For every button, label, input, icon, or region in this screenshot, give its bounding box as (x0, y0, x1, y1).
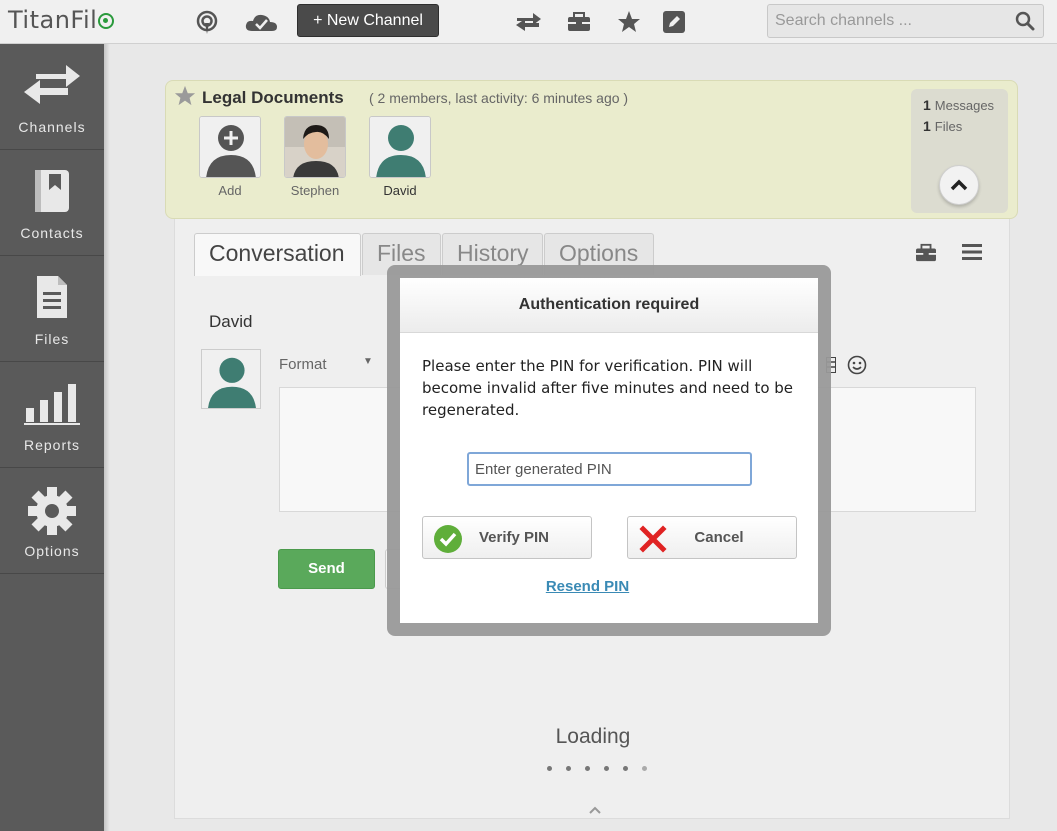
verify-pin-button[interactable]: Verify PIN (422, 516, 592, 559)
member-david[interactable]: David (369, 116, 431, 198)
messages-count: 1 (923, 97, 931, 113)
messages-label: Messages (934, 98, 995, 113)
cancel-button[interactable]: Cancel (627, 516, 797, 559)
loading-dot (642, 766, 647, 771)
loading-text: Loading (555, 725, 631, 748)
dialog-title: Authentication required (400, 278, 818, 333)
channel-title: Legal Documents (202, 88, 344, 107)
gear-icon (28, 487, 76, 535)
favorite-star-icon[interactable] (174, 85, 196, 112)
verify-pin-label: Verify PIN (478, 529, 550, 546)
files-count: 1 (923, 118, 931, 134)
caret-down-icon[interactable]: ▼ (363, 356, 373, 367)
files-label: Files (934, 119, 963, 134)
top-bar: TitanFil + New Channel (0, 0, 1057, 44)
sidebar-item-channels[interactable]: Channels (0, 44, 104, 150)
user-icon (370, 117, 430, 177)
hamburger-menu-icon[interactable] (962, 243, 982, 266)
channel-stats: 1 Messages 1 Files (911, 89, 1008, 213)
david-avatar[interactable] (369, 116, 431, 178)
sidebar-item-options[interactable]: Options (0, 468, 104, 574)
document-icon (37, 276, 67, 318)
member-add[interactable]: Add (199, 116, 261, 198)
member-name: David (383, 183, 417, 198)
panel-toolbox-icon[interactable] (913, 243, 939, 268)
search-input[interactable] (768, 5, 1008, 37)
add-member-avatar[interactable] (199, 116, 261, 178)
logo-mark-icon (98, 13, 115, 29)
sidebar-item-contacts[interactable]: Contacts (0, 150, 104, 256)
auth-dialog: Authentication required Please enter the… (400, 278, 818, 623)
member-stephen[interactable]: Stephen (284, 116, 346, 198)
search-box (767, 4, 1044, 38)
compose-author: David (209, 312, 253, 331)
channel-header-card: Legal Documents ( 2 members, last activi… (165, 80, 1018, 219)
messages-stat: 1 Messages (923, 97, 994, 113)
sidebar: Channels Contacts Files Reports Options (0, 44, 104, 831)
loading-dot (623, 766, 628, 771)
sidebar-label-options: Options (24, 543, 80, 559)
sidebar-item-files[interactable]: Files (0, 256, 104, 362)
cloud-sync-icon[interactable] (244, 8, 278, 36)
app-logo[interactable]: TitanFil (8, 6, 115, 34)
pin-input[interactable] (467, 452, 752, 486)
bar-chart-icon (24, 384, 80, 425)
loading-dot (547, 766, 552, 771)
resend-pin-link[interactable]: Resend PIN (400, 578, 775, 595)
sidebar-label-contacts: Contacts (20, 225, 84, 241)
format-dropdown[interactable]: Format (279, 356, 327, 373)
user-photo-icon (285, 117, 345, 177)
add-user-icon (200, 117, 260, 177)
arrows-icon (24, 65, 80, 104)
new-channel-button[interactable]: + New Channel (297, 4, 439, 37)
chevron-up-icon (950, 179, 968, 191)
compose-avatar (201, 349, 261, 409)
stephen-avatar[interactable] (284, 116, 346, 178)
edit-icon[interactable] (660, 8, 688, 36)
collapse-header-button[interactable] (939, 165, 979, 205)
loading-dots (547, 766, 647, 771)
transfer-icon[interactable] (512, 8, 544, 36)
scroll-up-icon[interactable] (589, 801, 601, 817)
logo-text: TitanFil (8, 6, 98, 34)
broadcast-icon[interactable] (193, 8, 221, 36)
loading-dot (585, 766, 590, 771)
member-name: Add (218, 183, 242, 198)
member-name: Stephen (290, 183, 340, 198)
sidebar-shadow (104, 44, 110, 831)
book-icon (35, 170, 69, 212)
channel-meta: ( 2 members, last activity: 6 minutes ag… (369, 90, 629, 106)
cancel-label: Cancel (694, 529, 744, 546)
star-icon[interactable] (615, 8, 643, 36)
tab-conversation[interactable]: Conversation (194, 233, 361, 276)
sidebar-item-reports[interactable]: Reports (0, 362, 104, 468)
emoji-icon[interactable] (847, 355, 867, 380)
sidebar-label-reports: Reports (23, 437, 81, 453)
loading-dot (566, 766, 571, 771)
sidebar-label-files: Files (34, 331, 70, 347)
files-stat: 1 Files (923, 118, 962, 134)
search-icon[interactable] (1015, 11, 1035, 36)
toolbox-icon[interactable] (565, 8, 593, 36)
loading-dot (604, 766, 609, 771)
sidebar-label-channels: Channels (18, 119, 86, 135)
user-icon (202, 350, 260, 408)
send-button[interactable]: Send (278, 549, 375, 589)
dialog-message: Please enter the PIN for verification. P… (422, 357, 794, 419)
